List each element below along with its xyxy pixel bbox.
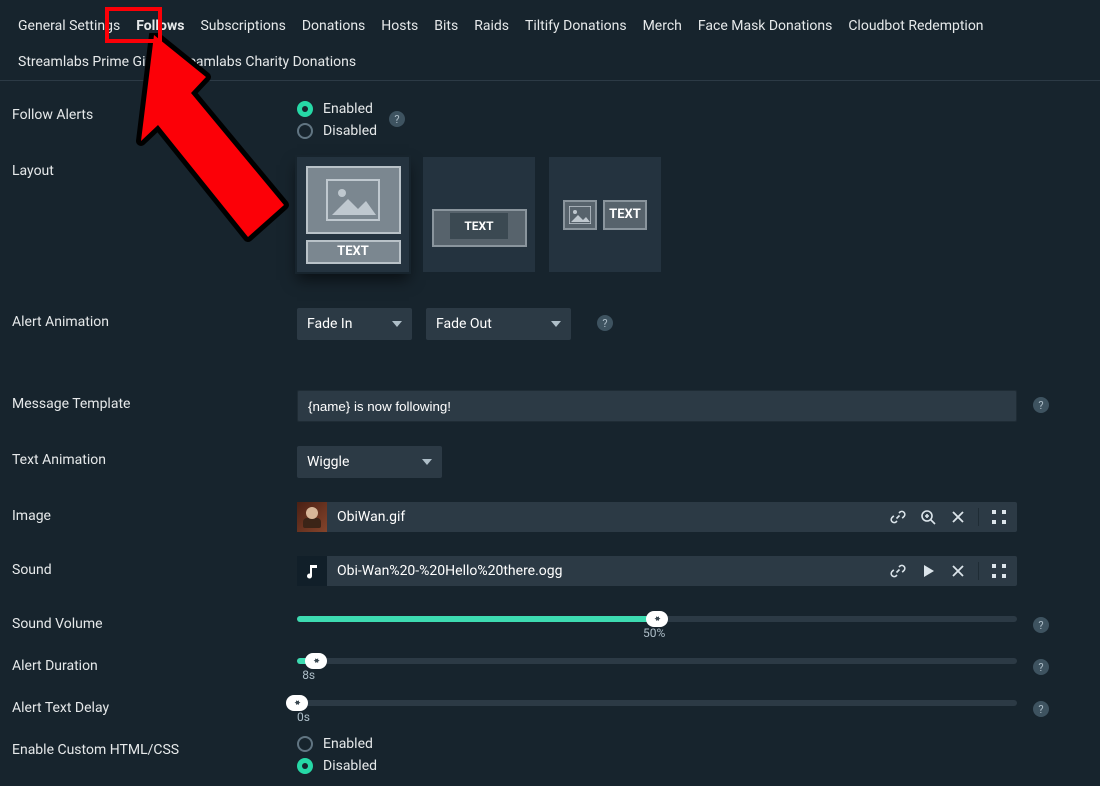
image-placeholder-icon	[306, 166, 401, 234]
close-icon[interactable]	[948, 561, 968, 581]
grip-icon[interactable]	[989, 507, 1009, 527]
slider-value: 50%	[643, 626, 1017, 640]
slider-value: 0s	[297, 710, 1017, 724]
text-placeholder: TEXT	[306, 240, 401, 264]
radio-label: Disabled	[323, 123, 377, 139]
radio-label: Enabled	[323, 736, 373, 752]
zoom-icon[interactable]	[918, 507, 938, 527]
layout-option-text-overlay[interactable]: TEXT	[423, 157, 535, 272]
tab-hosts[interactable]: Hosts	[373, 8, 426, 44]
help-icon[interactable]: ?	[597, 315, 613, 331]
chevron-down-icon	[422, 459, 432, 465]
help-icon[interactable]: ?	[1033, 617, 1049, 633]
sound-label: Sound	[12, 556, 297, 586]
divider	[978, 562, 979, 580]
tab-tiltify-donations[interactable]: Tiltify Donations	[517, 8, 635, 44]
tab-follows[interactable]: Follows	[128, 8, 192, 44]
text-placeholder: TEXT	[603, 200, 647, 230]
tab-face-mask-donations[interactable]: Face Mask Donations	[690, 8, 840, 44]
follow-alerts-disabled-radio[interactable]: Disabled	[297, 123, 377, 139]
select-value: Fade Out	[436, 316, 492, 332]
custom-html-label: Enable Custom HTML/CSS	[12, 736, 297, 780]
sound-filename: Obi-Wan%20-%20Hello%20there.ogg	[337, 563, 878, 579]
help-icon[interactable]: ?	[389, 111, 405, 127]
message-template-label: Message Template	[12, 390, 297, 422]
custom-html-enabled-radio[interactable]: Enabled	[297, 736, 377, 752]
help-icon[interactable]: ?	[1033, 701, 1049, 717]
divider	[978, 508, 979, 526]
link-icon[interactable]	[888, 561, 908, 581]
layout-label: Layout	[12, 157, 297, 272]
slider-value: 8s	[302, 668, 1017, 682]
radio-label: Disabled	[323, 758, 377, 774]
help-icon[interactable]: ?	[1033, 659, 1049, 675]
image-placeholder-icon	[563, 200, 597, 230]
chevron-down-icon	[551, 321, 561, 327]
tab-raids[interactable]: Raids	[466, 8, 517, 44]
text-animation-label: Text Animation	[12, 446, 297, 478]
alert-animation-label: Alert Animation	[12, 308, 297, 340]
help-icon[interactable]: ?	[1033, 397, 1049, 413]
close-icon[interactable]	[948, 507, 968, 527]
select-value: Fade In	[307, 316, 352, 332]
layout-option-side-by-side[interactable]: TEXT	[549, 157, 661, 272]
alert-animation-in-select[interactable]: Fade In	[297, 308, 412, 340]
alert-animation-out-select[interactable]: Fade Out	[426, 308, 571, 340]
play-icon[interactable]	[918, 561, 938, 581]
grip-icon[interactable]	[989, 561, 1009, 581]
music-icon	[297, 556, 327, 586]
tab-streamlabs-prime-gift[interactable]: Streamlabs Prime Gift	[10, 44, 163, 80]
settings-form: Follow Alerts Enabled Disabled ? Layout	[0, 81, 1100, 786]
alert-text-delay-label: Alert Text Delay	[12, 694, 297, 724]
sound-volume-label: Sound Volume	[12, 610, 297, 640]
radio-label: Enabled	[323, 101, 373, 117]
image-label: Image	[12, 502, 297, 532]
text-placeholder: TEXT	[450, 213, 508, 239]
alert-text-delay-slider[interactable]	[297, 700, 1017, 706]
text-animation-select[interactable]: Wiggle	[297, 446, 442, 478]
alert-duration-slider[interactable]	[297, 658, 1017, 664]
follow-alerts-enabled-radio[interactable]: Enabled	[297, 101, 377, 117]
message-template-input[interactable]	[297, 390, 1017, 422]
alert-duration-label: Alert Duration	[12, 652, 297, 682]
slider-handle[interactable]	[646, 611, 668, 627]
slider-handle[interactable]	[286, 695, 308, 711]
custom-html-disabled-radio[interactable]: Disabled	[297, 758, 377, 774]
tab-cloudbot-redemption[interactable]: Cloudbot Redemption	[840, 8, 991, 44]
tab-streamlabs-charity-donations[interactable]: Streamlabs Charity Donations	[163, 44, 364, 80]
image-thumbnail	[297, 502, 327, 532]
select-value: Wiggle	[307, 454, 349, 470]
tab-general-settings[interactable]: General Settings	[10, 8, 128, 44]
sound-volume-slider[interactable]	[297, 616, 1017, 622]
slider-handle[interactable]	[305, 653, 327, 669]
follow-alerts-label: Follow Alerts	[12, 101, 297, 145]
chevron-down-icon	[392, 321, 402, 327]
tab-merch[interactable]: Merch	[635, 8, 690, 44]
sound-file-row: Obi-Wan%20-%20Hello%20there.ogg	[297, 556, 1017, 586]
link-icon[interactable]	[888, 507, 908, 527]
tab-subscriptions[interactable]: Subscriptions	[192, 8, 293, 44]
image-file-row: ObiWan.gif	[297, 502, 1017, 532]
tab-bits[interactable]: Bits	[426, 8, 466, 44]
tab-donations[interactable]: Donations	[294, 8, 373, 44]
layout-option-image-above-text[interactable]: TEXT	[297, 157, 409, 272]
tabs-container: General SettingsFollowsSubscriptionsDona…	[0, 0, 1100, 81]
image-filename: ObiWan.gif	[337, 509, 878, 525]
